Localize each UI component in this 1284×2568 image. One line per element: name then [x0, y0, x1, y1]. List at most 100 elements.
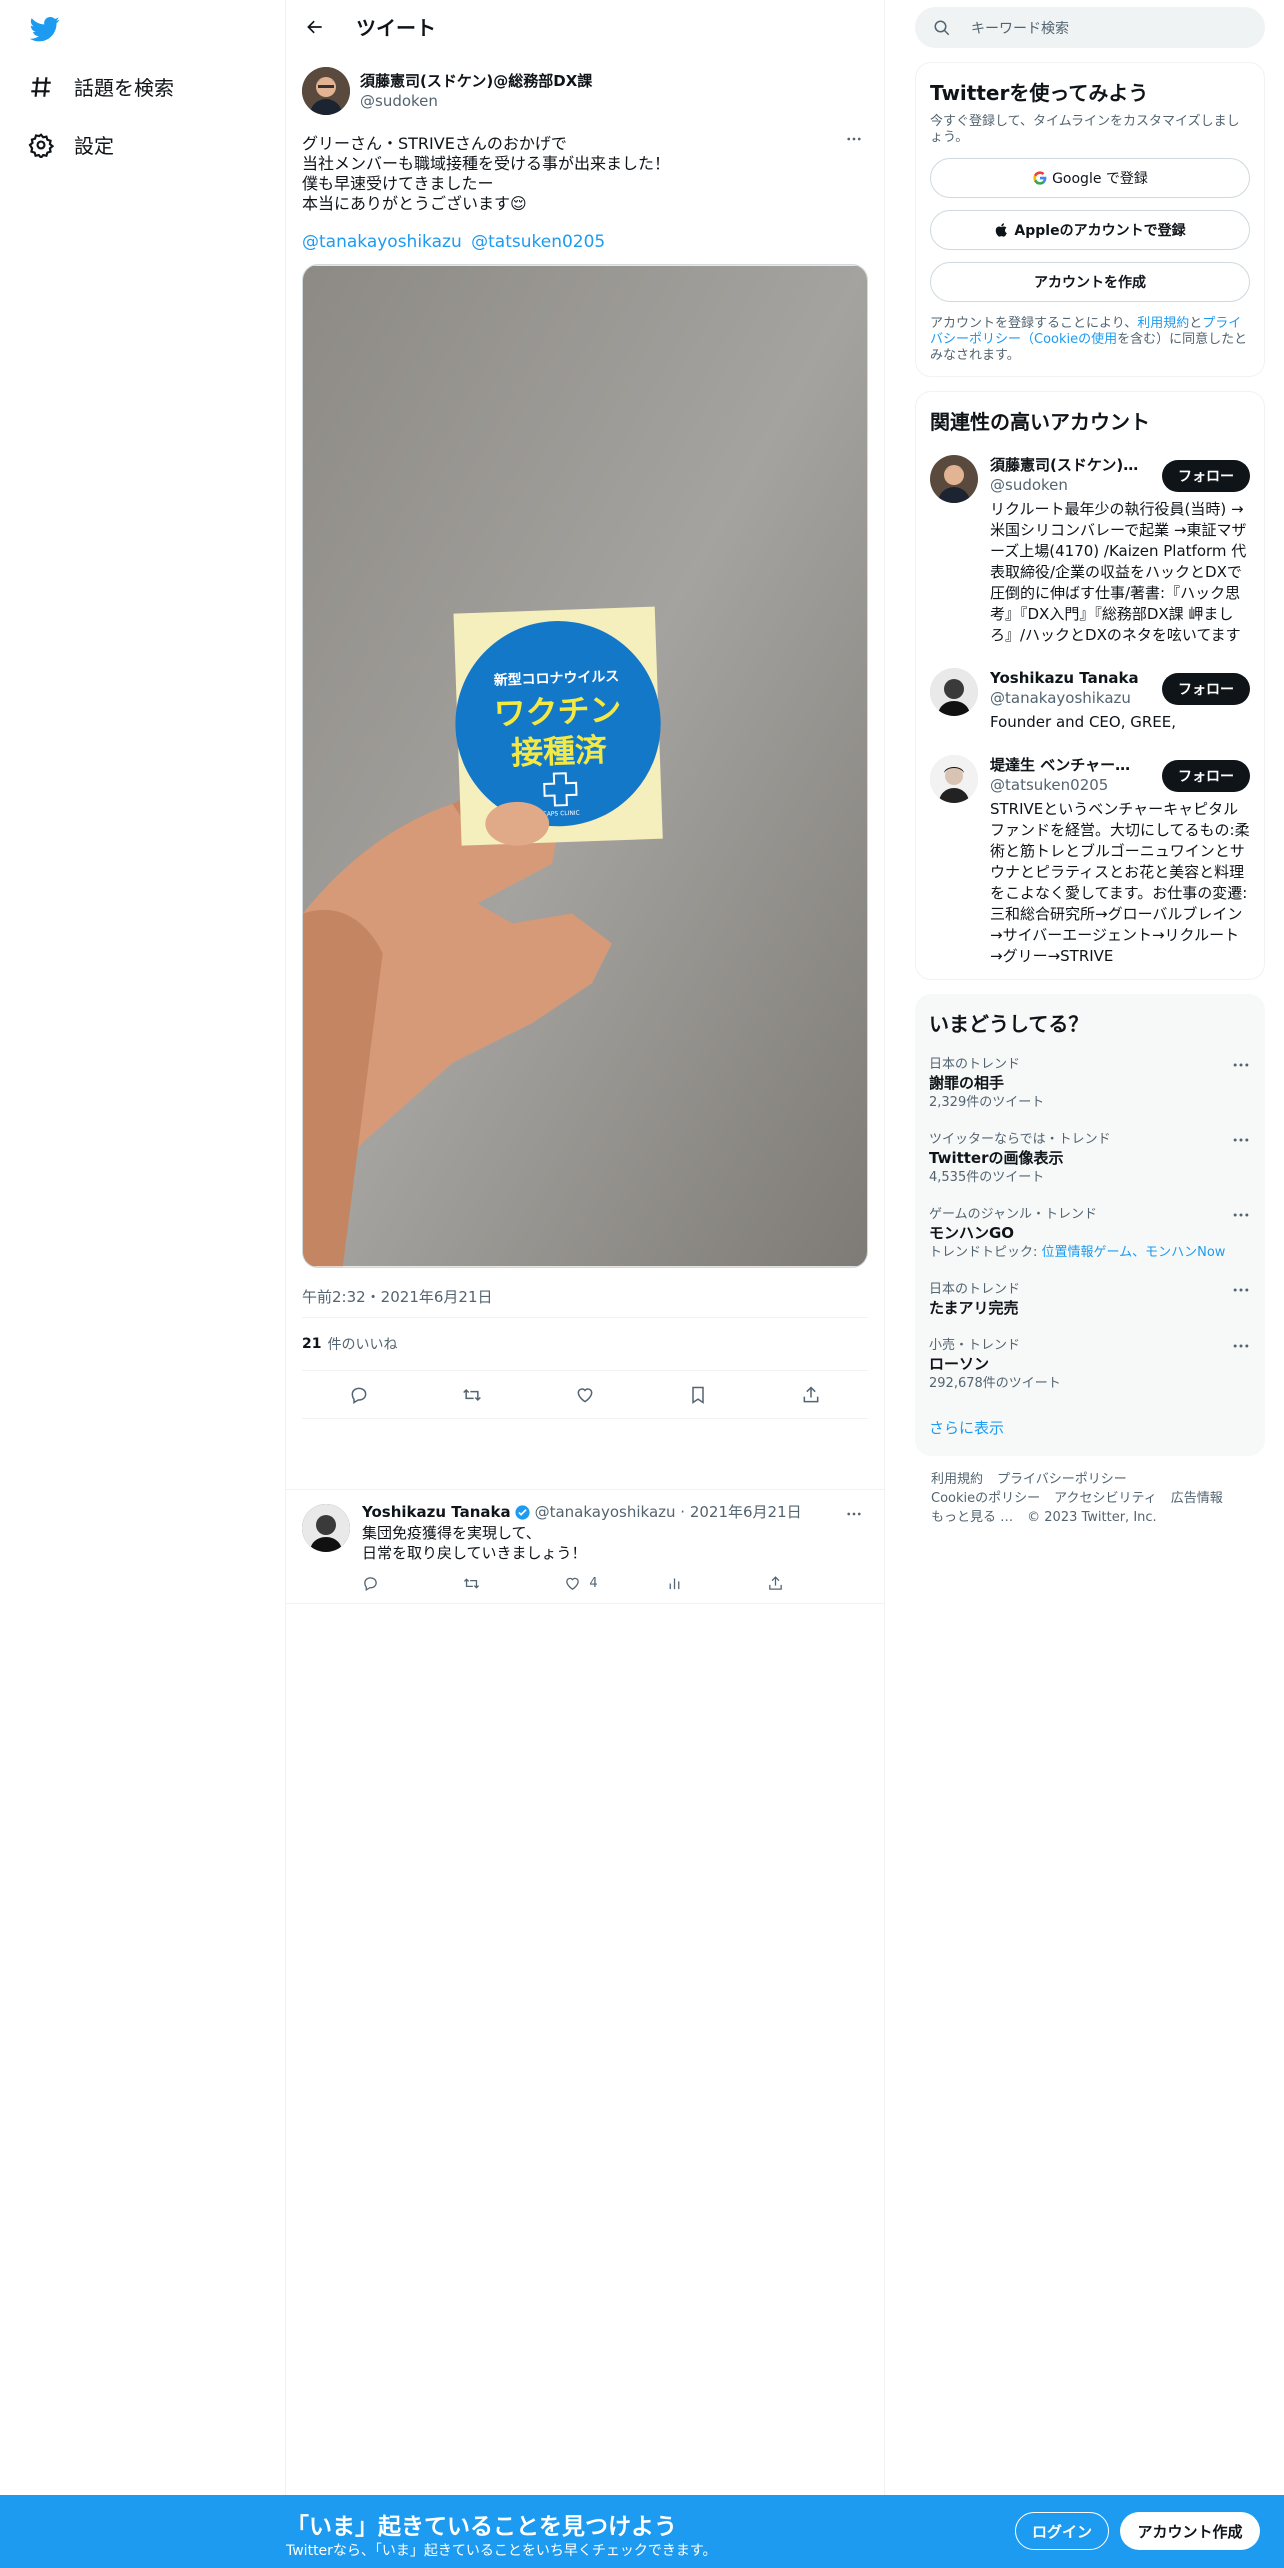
tweet-photo[interactable]: 新型コロナウイルス ワクチン 接種済 CAPS CLINIC [302, 264, 868, 1268]
bookmark-icon[interactable] [688, 1385, 708, 1405]
follow-button[interactable]: フォロー [1162, 673, 1250, 705]
terms-link[interactable]: 利用規約 [1137, 316, 1189, 331]
account-avatar[interactable] [930, 755, 978, 803]
create-account-button[interactable]: アカウントを作成 [930, 262, 1250, 302]
twitter-logo-icon[interactable] [28, 14, 62, 44]
banner-title: 「いま」起きていることを見つけよう [286, 2514, 677, 2540]
reply-reply-button[interactable] [362, 1575, 463, 1592]
reply-handle-date[interactable]: @tanakayoshikazu · 2021年6月21日 [535, 1502, 802, 1522]
more-options-button[interactable] [842, 127, 866, 151]
footer-link[interactable]: プライバシーポリシー [997, 1472, 1127, 1487]
google-signup-label: Google で登録 [1052, 171, 1148, 187]
trend-topics-links[interactable]: 位置情報ゲーム、モンハンNow [1042, 1245, 1226, 1260]
reply-retweet-button[interactable] [463, 1575, 564, 1592]
search-box[interactable]: キーワード検索 [915, 7, 1265, 48]
ellipsis-icon [847, 137, 861, 141]
tweet-actions [302, 1371, 868, 1419]
share-icon[interactable] [801, 1385, 821, 1405]
trend-item[interactable]: ゲームのジャンル・トレンド モンハンGO トレンドトピック: 位置情報ゲーム、モ… [929, 1205, 1251, 1262]
account-name[interactable]: 堤達生 ベンチャーキャピタリスト [990, 755, 1142, 775]
author-avatar[interactable] [302, 67, 350, 115]
nav-settings[interactable]: 設定 [28, 130, 114, 159]
related-title: 関連性の高いアカウント [930, 410, 1150, 434]
ellipsis-icon[interactable] [1231, 1280, 1251, 1300]
account-name[interactable]: 須藤憲司(スドケン)@総務部DX課 [990, 455, 1142, 475]
trend-name: 謝罪の相手 [929, 1074, 1005, 1092]
reply-actions: 4 [362, 1575, 868, 1592]
trend-item[interactable]: 小売・トレンド ローソン 292,678件のツイート [929, 1336, 1251, 1393]
ellipsis-icon [847, 1512, 861, 1516]
account-avatar[interactable] [930, 668, 978, 716]
trend-context: ゲームのジャンル・トレンド [929, 1207, 1097, 1222]
ellipsis-icon[interactable] [1231, 1055, 1251, 1075]
account-item[interactable]: 堤達生 ベンチャーキャピタリスト @tatsuken0205 STRIVEという… [930, 755, 1250, 967]
likes-row[interactable]: 21 件のいいね [302, 1318, 868, 1371]
signup-button[interactable]: アカウント作成 [1120, 2512, 1260, 2550]
account-bio: リクルート最年少の執行役員(当時) →米国シリコンバレーで起業 →東証マザーズ上… [990, 500, 1247, 644]
show-more-link[interactable]: さらに表示 [929, 1417, 1251, 1438]
header: ツイート [286, 0, 884, 53]
reply-icon [364, 1577, 377, 1592]
vaccine-sticker-photo: 新型コロナウイルス ワクチン 接種済 CAPS CLINIC [303, 265, 867, 1267]
follow-button[interactable]: フォロー [1162, 460, 1250, 492]
nav-explore[interactable]: 話題を検索 [28, 72, 174, 101]
apple-signup-button[interactable]: Appleのアカウントで登録 [930, 210, 1250, 250]
account-avatar[interactable] [930, 455, 978, 503]
page-title: ツイート [356, 16, 436, 40]
tweet-text: グリーさん・STRIVEさんのおかげで 当社メンバーも職域接種を受ける事が出来ま… [302, 134, 671, 213]
reply-share-button[interactable] [767, 1575, 868, 1592]
google-signup-button[interactable]: Google で登録 [930, 158, 1250, 198]
trend-item[interactable]: 日本のトレンド 謝罪の相手 2,329件のツイート [929, 1055, 1251, 1112]
signup-subtitle: 今すぐ登録して、タイムラインをカスタマイズしましょう。 [930, 114, 1240, 145]
apple-signup-label: Appleのアカウントで登録 [1014, 223, 1186, 239]
account-item[interactable]: 須藤憲司(スドケン)@総務部DX課 @sudoken リクルート最年少の執行役員… [930, 455, 1250, 646]
ellipsis-icon[interactable] [1231, 1130, 1251, 1150]
account-bio: STRIVEというベンチャーキャピタルファンドを経営。大切にしてるもの:柔術と筋… [990, 800, 1250, 965]
reply-more-button[interactable] [842, 1502, 866, 1526]
ellipsis-icon[interactable] [1231, 1205, 1251, 1225]
reply-icon[interactable] [349, 1385, 369, 1405]
follow-button[interactable]: フォロー [1162, 760, 1250, 792]
reply-tweet[interactable]: Yoshikazu Tanaka @tanakayoshikazu · 2021… [286, 1489, 884, 1604]
author-name[interactable]: 須藤憲司(スドケン)@総務部DX課 [360, 71, 592, 91]
sticker-line2: ワクチン [493, 690, 622, 732]
related-accounts-card: 関連性の高いアカウント 須藤憲司(スドケン)@総務部DX課 @sudoken リ… [915, 391, 1265, 980]
analytics-icon [669, 1578, 679, 1590]
main-tweet: 須藤憲司(スドケン)@総務部DX課 @sudoken グリーさん・STRIVEさ… [286, 62, 884, 1419]
nav-explore-label: 話題を検索 [74, 76, 174, 100]
retweet-icon [464, 1578, 480, 1589]
ellipsis-icon[interactable] [1231, 1336, 1251, 1356]
like-icon[interactable] [575, 1385, 595, 1405]
back-button[interactable] [302, 14, 328, 40]
mention-link[interactable]: @tanakayoshikazu [302, 232, 462, 252]
sticker-line3: 接種済 [511, 731, 608, 772]
reply-like-button[interactable]: 4 [564, 1575, 665, 1592]
trend-name: たまアリ完売 [929, 1299, 1019, 1317]
account-name[interactable]: Yoshikazu Tanaka [990, 668, 1139, 688]
reply-analytics-button[interactable] [666, 1575, 767, 1592]
copyright: © 2023 Twitter, Inc. [1027, 1510, 1157, 1525]
footer-link[interactable]: Cookieのポリシー [931, 1491, 1040, 1506]
trend-context: 日本のトレンド [929, 1282, 1021, 1297]
trend-item[interactable]: 日本のトレンド たまアリ完売 [929, 1280, 1251, 1318]
likes-count: 21 [302, 1336, 322, 1352]
trend-item[interactable]: ツイッターならでは・トレンド Twitterの画像表示 4,535件のツイート [929, 1130, 1251, 1187]
login-button[interactable]: ログイン [1015, 2512, 1109, 2550]
reply-author-name[interactable]: Yoshikazu Tanaka [362, 1502, 511, 1522]
footer-link[interactable]: 利用規約 [931, 1472, 983, 1487]
search-placeholder: キーワード検索 [971, 20, 1069, 37]
reply-avatar[interactable] [302, 1504, 350, 1552]
retweet-icon[interactable] [462, 1385, 482, 1405]
tweet-author: 須藤憲司(スドケン)@総務部DX課 @sudoken [302, 62, 868, 141]
trend-name: Twitterの画像表示 [929, 1149, 1064, 1167]
right-sidebar: キーワード検索 Twitterを使ってみよう 今すぐ登録して、タイムラインをカス… [915, 0, 1265, 1541]
footer-link[interactable]: アクセシビリティ [1054, 1491, 1157, 1506]
footer-link[interactable]: もっと見る … [931, 1510, 1013, 1525]
author-handle[interactable]: @sudoken [360, 91, 592, 111]
sticker-line4: CAPS CLINIC [542, 810, 579, 818]
tweet-timestamp[interactable]: 午前2:32・2021年6月21日 [302, 1286, 868, 1318]
signup-terms: アカウントを登録することにより、利用規約とプライバシーポリシー（Cookieの使… [930, 316, 1250, 364]
mention-link[interactable]: @tatsuken0205 [471, 232, 605, 252]
account-item[interactable]: Yoshikazu Tanaka @tanakayoshikazu Founde… [930, 668, 1250, 733]
footer-link[interactable]: 広告情報 [1171, 1491, 1223, 1506]
